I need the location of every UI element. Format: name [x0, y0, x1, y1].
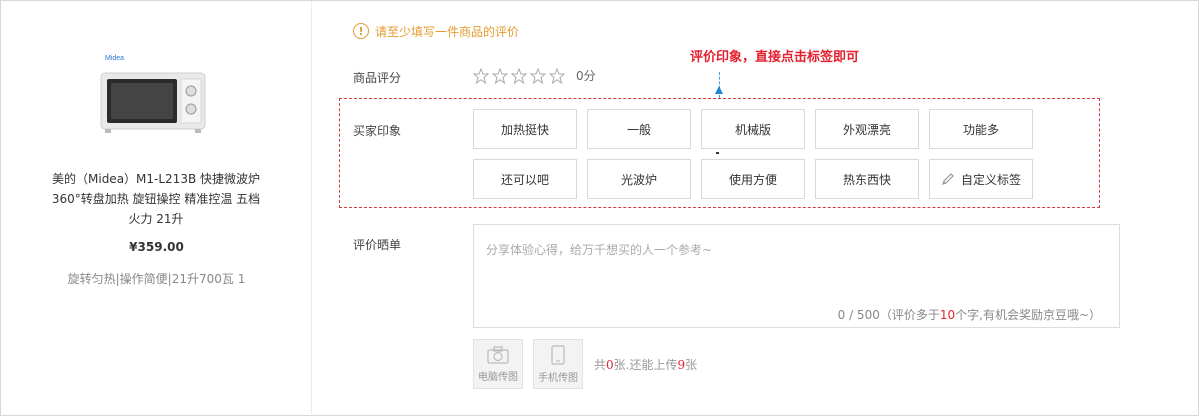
pc-upload-label: 电脑传图 — [478, 371, 518, 383]
review-textarea[interactable]: 分享体验心得，给万千想买的人一个参考~ 0 / 500（评价多于10个字,有机会… — [473, 224, 1120, 328]
star-icon[interactable] — [473, 67, 489, 84]
product-image[interactable]: Midea — [97, 51, 209, 137]
review-counter: 0 / 500（评价多于10个字,有机会奖励京豆哦~） — [838, 306, 1101, 323]
upload-count-info: 共0张.还能上传9张 — [594, 356, 697, 373]
review-tip: ! 请至少填写一件商品的评价 — [353, 22, 519, 40]
phone-icon — [551, 344, 565, 365]
upload-info-suffix: 张 — [685, 358, 698, 372]
counter-threshold: 10 — [939, 308, 956, 322]
star-rating[interactable]: 0分 — [473, 67, 596, 84]
custom-tag-label: 自定义标签 — [960, 172, 1021, 187]
counter-suffix: 个字,有机会奖励京豆哦~） — [955, 308, 1101, 322]
impression-label: 买家印象 — [353, 124, 402, 138]
star-icon[interactable] — [511, 67, 527, 84]
product-attributes: 旋转匀热|操作简便|21升700瓦 1 — [67, 272, 246, 286]
impression-tag[interactable]: 热东西快 — [815, 159, 919, 199]
upload-count: 0 — [606, 358, 614, 372]
camera-icon — [487, 345, 509, 364]
impression-tag[interactable]: 功能多 — [929, 109, 1033, 149]
product-name[interactable]: 美的（Midea）M1-L213B 快捷微波炉 360°转盘加热 旋钮操控 精准… — [31, 169, 281, 229]
product-name-line3: 火力 21升 — [128, 212, 184, 226]
impression-tag[interactable]: 机械版 — [701, 109, 805, 149]
custom-tag-button[interactable]: 自定义标签 — [929, 159, 1033, 199]
mobile-upload-label: 手机传图 — [538, 372, 578, 384]
impression-tag[interactable]: 加热挺快 — [473, 109, 577, 149]
product-name-line1: 美的（Midea）M1-L213B 快捷微波炉 — [52, 172, 260, 186]
tip-text: 请至少填写一件商品的评价 — [375, 24, 520, 39]
review-placeholder: 分享体验心得，给万千想买的人一个参考~ — [486, 243, 713, 257]
cursor-mark — [716, 152, 719, 154]
rating-score: 0分 — [576, 69, 596, 83]
impression-tag[interactable]: 外观漂亮 — [815, 109, 919, 149]
annotation-text: 评价印象，直接点击标签即可 — [690, 50, 860, 65]
impression-tag[interactable]: 光波炉 — [587, 159, 691, 199]
impression-tag[interactable]: 一般 — [587, 109, 691, 149]
product-price: ¥359.00 — [129, 240, 184, 254]
upload-info-mid: 张.还能上传 — [613, 358, 678, 372]
pencil-icon — [942, 173, 954, 185]
upload-info-prefix: 共 — [594, 358, 607, 372]
review-label: 评价晒单 — [353, 238, 402, 252]
rating-label: 商品评分 — [353, 71, 402, 85]
upload-remaining: 9 — [677, 358, 686, 372]
annotation-arrow-icon — [715, 86, 723, 94]
product-panel: Midea 美的（Midea）M1-L213B 快捷微波炉 360°转盘加热 旋… — [1, 1, 312, 414]
annotation-arrow-line — [719, 72, 720, 98]
pc-upload-button[interactable]: 电脑传图 — [473, 339, 523, 389]
brand-logo: Midea — [105, 55, 124, 62]
impression-tag[interactable]: 还可以吧 — [473, 159, 577, 199]
warning-icon: ! — [353, 23, 369, 39]
counter-prefix: 0 / 500（评价多于 — [837, 308, 940, 322]
star-icon[interactable] — [530, 67, 546, 84]
mobile-upload-button[interactable]: 手机传图 — [533, 339, 583, 389]
star-icon[interactable] — [492, 67, 508, 84]
impression-tag[interactable]: 使用方便 — [701, 159, 805, 199]
star-icon[interactable] — [549, 67, 565, 84]
product-name-line2: 360°转盘加热 旋钮操控 精准控温 五档 — [51, 192, 261, 206]
